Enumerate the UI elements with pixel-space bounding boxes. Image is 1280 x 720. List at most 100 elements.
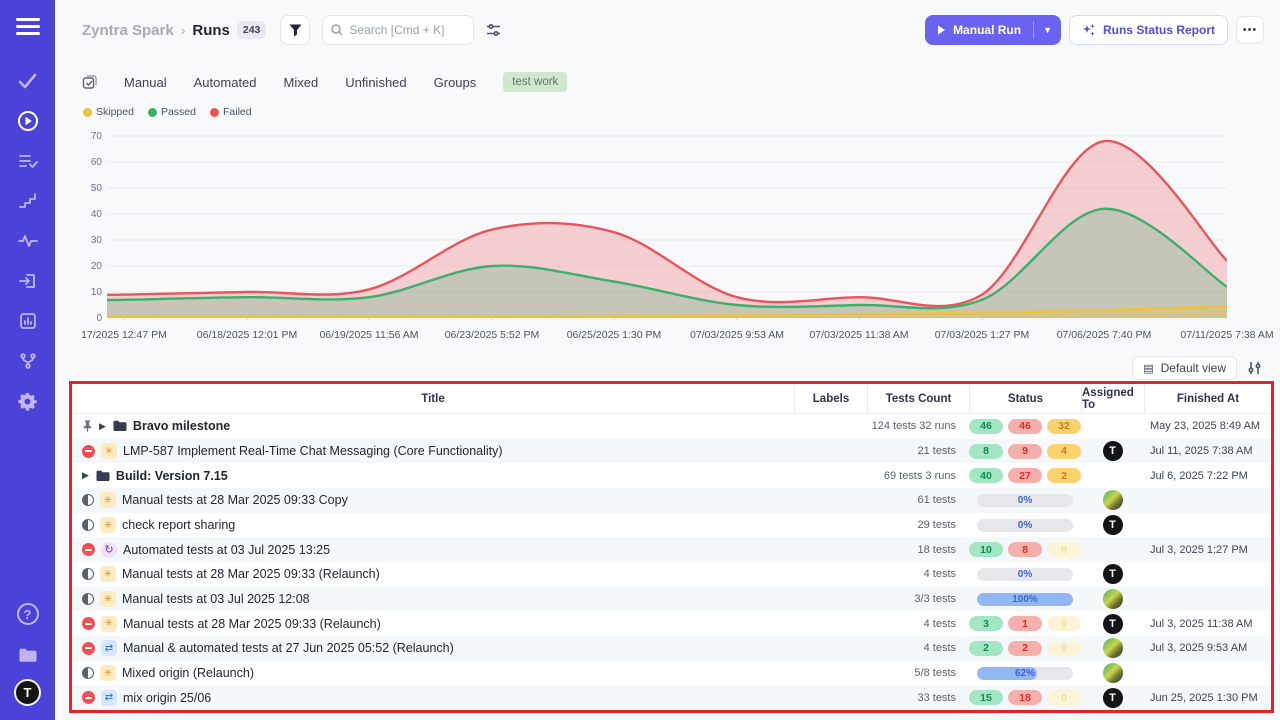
column-header-labels[interactable]: Labels bbox=[794, 384, 867, 413]
sidebar-item-steps-icon[interactable] bbox=[16, 189, 40, 213]
cell-title[interactable]: ✳Manual tests at 28 Mar 2025 09:33 (Rela… bbox=[72, 616, 794, 632]
table-row[interactable]: ⇄Manual & automated tests at 27 Jun 2025… bbox=[72, 636, 1271, 661]
run-title[interactable]: LMP-587 Implement Real-Time Chat Messagi… bbox=[123, 444, 503, 458]
docs-folder-icon[interactable] bbox=[16, 643, 40, 667]
table-row[interactable]: ✳Manual tests at 03 Jul 2025 12:08 3/3 te… bbox=[72, 587, 1271, 612]
expand-chevron-icon[interactable]: ▶ bbox=[82, 470, 89, 481]
status-badges: 464632 bbox=[969, 419, 1081, 434]
filter-settings-icon[interactable] bbox=[486, 23, 501, 37]
tab-manual[interactable]: Manual bbox=[124, 75, 167, 90]
assignee-avatar[interactable] bbox=[1103, 638, 1123, 658]
cell-title[interactable]: ✳Manual tests at 28 Mar 2025 09:33 Copy bbox=[72, 492, 794, 508]
user-avatar[interactable]: T bbox=[14, 679, 41, 706]
legend-item-passed[interactable]: Passed bbox=[148, 106, 196, 118]
sidebar-item-sign-in-icon[interactable] bbox=[16, 269, 40, 293]
tab-mixed[interactable]: Mixed bbox=[284, 75, 319, 90]
sidebar-item-pulse-icon[interactable] bbox=[16, 229, 40, 253]
run-title[interactable]: check report sharing bbox=[122, 518, 235, 532]
cell-title[interactable]: ✳check report sharing bbox=[72, 517, 794, 533]
sidebar-item-bar-chart-icon[interactable] bbox=[16, 309, 40, 333]
stopped-status-icon bbox=[82, 642, 95, 655]
run-title[interactable]: Bravo milestone bbox=[133, 419, 230, 433]
table-settings-icon[interactable] bbox=[1247, 361, 1262, 375]
run-title[interactable]: Manual tests at 28 Mar 2025 09:33 (Relau… bbox=[123, 617, 381, 631]
cell-status: 0% bbox=[969, 568, 1081, 581]
assignee-avatar[interactable] bbox=[1103, 589, 1123, 609]
badge-skipped: 0 bbox=[1047, 690, 1081, 705]
help-icon[interactable]: ? bbox=[17, 603, 39, 625]
column-header-tests-count[interactable]: Tests Count bbox=[867, 384, 969, 413]
legend-dot bbox=[83, 108, 92, 117]
cell-title[interactable]: ✳LMP-587 Implement Real-Time Chat Messag… bbox=[72, 443, 794, 459]
menu-icon[interactable] bbox=[16, 18, 40, 35]
legend-item-failed[interactable]: Failed bbox=[210, 106, 252, 118]
badge-skipped: 2 bbox=[1047, 468, 1081, 483]
cell-title[interactable]: ▶ Build: Version 7.15 bbox=[72, 469, 794, 483]
assignee-avatar[interactable] bbox=[1103, 663, 1123, 683]
tag-chip[interactable]: test work bbox=[503, 72, 567, 92]
run-title[interactable]: Mixed origin (Relaunch) bbox=[122, 666, 254, 680]
column-header-finished-at[interactable]: Finished At bbox=[1144, 384, 1271, 413]
table-row[interactable]: ▶Build: Version 7.1569 tests 3 runs40272… bbox=[72, 463, 1271, 488]
table-row[interactable]: ↻Automated tests at 03 Jul 2025 13:2518 … bbox=[72, 537, 1271, 562]
run-title[interactable]: Build: Version 7.15 bbox=[116, 469, 228, 483]
legend-item-skipped[interactable]: Skipped bbox=[83, 106, 134, 118]
table-row[interactable]: ✳check report sharing29 tests0%T bbox=[72, 513, 1271, 538]
manual-run-type-icon: ✳ bbox=[100, 566, 116, 582]
search-input[interactable] bbox=[349, 23, 465, 37]
cell-title[interactable]: ⇄mix origin 25/06 bbox=[72, 690, 794, 706]
cell-title[interactable]: ↻Automated tests at 03 Jul 2025 13:25 bbox=[72, 542, 794, 558]
sidebar-item-gear-icon[interactable] bbox=[16, 389, 40, 413]
cell-title[interactable]: ✳Manual tests at 03 Jul 2025 12:08 bbox=[72, 591, 794, 607]
legend-label: Skipped bbox=[96, 106, 134, 118]
breadcrumb-project[interactable]: Zyntra Spark bbox=[82, 22, 174, 39]
sidebar-item-branch-icon[interactable] bbox=[16, 349, 40, 373]
assignee-avatar[interactable]: T bbox=[1103, 614, 1123, 634]
sidebar-item-check-icon[interactable] bbox=[16, 69, 40, 93]
assignee-avatar[interactable]: T bbox=[1103, 564, 1123, 584]
run-title[interactable]: Manual tests at 28 Mar 2025 09:33 Copy bbox=[122, 493, 348, 507]
expand-chevron-icon[interactable]: ▶ bbox=[99, 421, 106, 432]
stopped-status-icon bbox=[82, 543, 95, 556]
table-row[interactable]: ✳Manual tests at 28 Mar 2025 09:33 (Rela… bbox=[72, 611, 1271, 636]
table-row[interactable]: ✳LMP-587 Implement Real-Time Chat Messag… bbox=[72, 439, 1271, 464]
cell-tests-count: 3/3 tests bbox=[867, 593, 969, 605]
more-options-button[interactable]: ••• bbox=[1236, 16, 1264, 44]
table-row[interactable]: ▶Bravo milestone124 tests 32 runs464632M… bbox=[72, 414, 1271, 439]
run-title[interactable]: Manual tests at 28 Mar 2025 09:33 (Relau… bbox=[122, 567, 380, 581]
cell-status: 62% bbox=[969, 667, 1081, 680]
assignee-avatar[interactable]: T bbox=[1103, 688, 1123, 708]
run-title[interactable]: mix origin 25/06 bbox=[123, 691, 211, 705]
column-header-assigned-to[interactable]: Assigned To bbox=[1081, 384, 1144, 413]
table-row[interactable]: ✳Mixed origin (Relaunch)5/8 tests62% bbox=[72, 661, 1271, 686]
column-header-status[interactable]: Status bbox=[969, 384, 1081, 413]
assignee-avatar[interactable] bbox=[1103, 490, 1123, 510]
run-title[interactable]: Manual tests at 03 Jul 2025 12:08 bbox=[122, 592, 310, 606]
cell-title[interactable]: ✳ Manual tests at 28 Mar 2025 09:33 (Rela… bbox=[72, 566, 794, 582]
sidebar-item-list-check-icon[interactable] bbox=[16, 149, 40, 173]
table-row[interactable]: ⇄mix origin 25/0633 tests15180TJun 25, 2… bbox=[72, 685, 1271, 710]
column-header-title[interactable]: Title bbox=[72, 384, 794, 413]
assignee-avatar[interactable]: T bbox=[1103, 515, 1123, 535]
tab-unfinished[interactable]: Unfinished bbox=[345, 75, 406, 90]
list-view-icon: ▤ bbox=[1143, 362, 1153, 375]
tab-groups[interactable]: Groups bbox=[434, 75, 477, 90]
tab-automated[interactable]: Automated bbox=[194, 75, 257, 90]
cell-title[interactable]: ✳Mixed origin (Relaunch) bbox=[72, 665, 794, 681]
table-row[interactable]: ✳Manual tests at 28 Mar 2025 09:33 Copy6… bbox=[72, 488, 1271, 513]
runs-status-report-button[interactable]: Runs Status Report bbox=[1069, 15, 1228, 45]
assignee-avatar[interactable]: T bbox=[1103, 441, 1123, 461]
run-title[interactable]: Manual & automated tests at 27 Jun 2025 … bbox=[123, 641, 454, 655]
bulk-select-icon[interactable] bbox=[82, 75, 97, 90]
search-box[interactable] bbox=[322, 15, 474, 45]
manual-run-dropdown[interactable]: ▼ bbox=[1034, 15, 1061, 45]
filter-button[interactable] bbox=[280, 15, 310, 45]
table-row[interactable]: ✳ Manual tests at 28 Mar 2025 09:33 (Rela… bbox=[72, 562, 1271, 587]
in-progress-status-icon bbox=[82, 519, 94, 531]
default-view-button[interactable]: ▤ Default view bbox=[1132, 356, 1237, 380]
run-title[interactable]: Automated tests at 03 Jul 2025 13:25 bbox=[123, 543, 330, 557]
manual-run-split-button[interactable]: Manual Run ▼ bbox=[925, 15, 1061, 45]
cell-title[interactable]: ▶ Bravo milestone bbox=[72, 419, 794, 433]
sidebar-item-play-circle-icon[interactable] bbox=[16, 109, 40, 133]
cell-title[interactable]: ⇄Manual & automated tests at 27 Jun 2025… bbox=[72, 640, 794, 656]
